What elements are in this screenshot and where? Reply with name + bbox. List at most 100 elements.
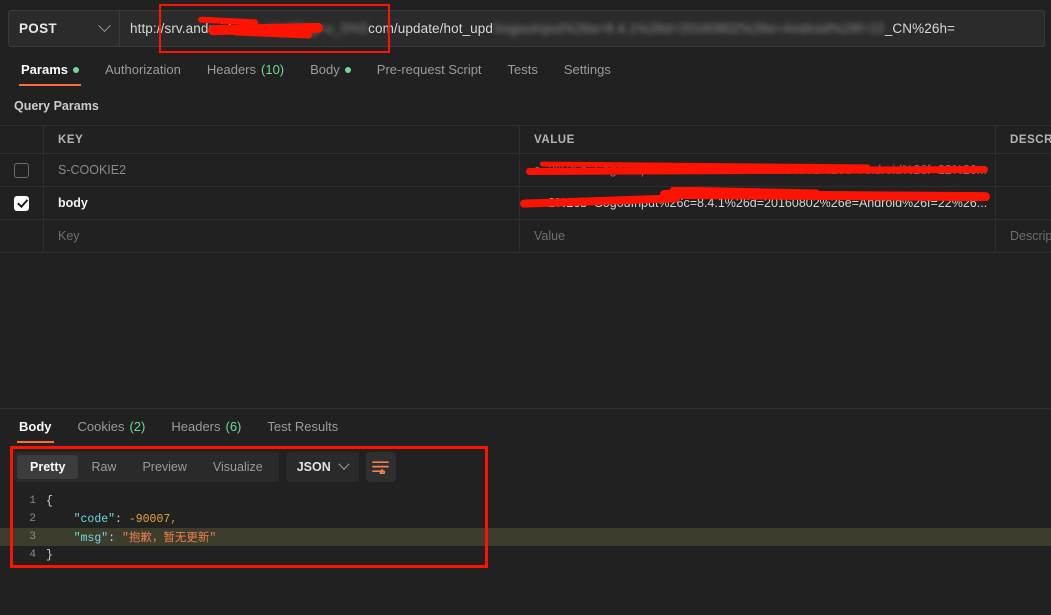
tab-tests-label: Tests: [507, 62, 538, 77]
response-mode-raw[interactable]: Raw: [78, 455, 129, 479]
response-format-label: JSON: [296, 460, 331, 474]
row-enable-checkbox[interactable]: [14, 162, 29, 178]
code-line-text: "msg": "抱歉，暂无更新": [73, 532, 217, 545]
header-description-label: DESCRI: [1010, 133, 1051, 146]
placeholder-description-text: Descrip: [1010, 229, 1051, 243]
placeholder-checkbox-cell: [0, 220, 44, 252]
url-blurred-domain: ate.php?flag=u_0%5: [242, 21, 369, 36]
row-enable-checkbox-cell[interactable]: [0, 154, 44, 186]
chevron-down-icon: [338, 458, 350, 470]
placeholder-key-text: Key: [58, 229, 80, 243]
url-path: com/update/hot_upd: [368, 21, 494, 36]
response-tab-body[interactable]: Body: [6, 415, 65, 444]
header-checkbox-cell: [0, 126, 44, 153]
modified-dot-icon: [72, 66, 79, 73]
line-number: 3: [29, 531, 36, 543]
http-method-selector[interactable]: POST: [8, 10, 120, 47]
row-value-cell[interactable]: a=2%26b=SogouInput%26c=8.4.1%26d=2016080…: [520, 187, 996, 219]
response-format-select[interactable]: JSON: [285, 452, 359, 482]
tab-settings-label: Settings: [563, 62, 611, 77]
response-tab-headers[interactable]: Headers (6): [158, 415, 254, 444]
tab-settings[interactable]: Settings: [551, 58, 624, 87]
code-line-text: }: [46, 548, 53, 562]
table-row[interactable]: body a=2%26b=SogouInput%26c=8.4.1%26d=20…: [0, 187, 1051, 220]
header-key-cell: KEY: [44, 126, 520, 153]
tab-body[interactable]: Body: [297, 58, 364, 87]
response-tab-headers-label: Headers: [171, 419, 221, 434]
table-row[interactable]: S-COOKIE2 a=2%26b=SogouInput%26c=8.4.1%2…: [0, 154, 1051, 187]
query-params-table: KEY VALUE DESCRI S-COOKIE2 a=2%26b=Sogou…: [0, 125, 1051, 253]
tab-params-label: Params: [21, 62, 68, 77]
row-key-text: S-COOKIE2: [58, 163, 127, 177]
postman-window: POST http://srv.android.sate.php?flag=u_…: [0, 0, 1051, 615]
modified-dot-icon: [344, 66, 351, 73]
response-tabs: Body Cookies (2) Headers (6) Test Result…: [0, 415, 1051, 445]
row-description-cell[interactable]: [996, 187, 1051, 219]
tab-authorization-label: Authorization: [104, 62, 181, 77]
response-tab-cookies-label: Cookies: [77, 419, 125, 434]
row-key-cell[interactable]: S-COOKIE2: [44, 154, 520, 186]
url-input[interactable]: http://srv.android.sate.php?flag=u_0%5co…: [120, 10, 1045, 47]
url-prefix: http://srv.android.s: [130, 21, 243, 36]
tab-pre-request-script[interactable]: Pre-request Script: [364, 58, 495, 87]
response-mode-pretty[interactable]: Pretty: [17, 455, 79, 479]
row-enable-checkbox-cell[interactable]: [0, 187, 44, 219]
response-tab-cookies-count: (2): [129, 419, 146, 434]
code-line: 1 {: [0, 492, 1051, 510]
response-tab-test-results[interactable]: Test Results: [254, 415, 351, 444]
code-line-text: "code": -90007,: [73, 512, 178, 526]
row-value-text: a=2%26b=SogouInput%26c=8.4.1%26d=2016080…: [534, 163, 988, 177]
header-description-cell: DESCRI: [996, 126, 1051, 153]
tab-pre-request-script-label: Pre-request Script: [376, 62, 482, 77]
url-blurred-query: SogouInput%26a=8.4.1%26d=20160802%26e=An…: [493, 21, 885, 36]
placeholder-key-cell[interactable]: Key: [44, 220, 520, 252]
http-method-label: POST: [19, 21, 57, 36]
code-line: 2 "code": -90007,: [0, 510, 1051, 528]
table-header-row: KEY VALUE DESCRI: [0, 125, 1051, 154]
wrap-text-button[interactable]: [365, 452, 396, 482]
placeholder-value-cell[interactable]: Value: [520, 220, 996, 252]
response-mode-group: Pretty Raw Preview Visualize: [14, 452, 279, 482]
code-line-highlighted: 3 "msg": "抱歉，暂无更新": [0, 528, 1051, 546]
response-tab-test-results-label: Test Results: [267, 419, 339, 434]
response-viewer-toolbar: Pretty Raw Preview Visualize JSON: [14, 452, 396, 482]
row-description-cell[interactable]: [996, 154, 1051, 186]
row-value-cell[interactable]: a=2%26b=SogouInput%26c=8.4.1%26d=2016080…: [520, 154, 996, 186]
header-value-label: VALUE: [534, 133, 575, 146]
request-url-bar: POST http://srv.android.sate.php?flag=u_…: [0, 0, 1051, 58]
tab-params[interactable]: Params: [8, 58, 92, 87]
line-number: 1: [29, 495, 36, 507]
tab-tests[interactable]: Tests: [495, 58, 551, 87]
url-text: http://srv.android.sate.php?flag=u_0%5co…: [130, 21, 955, 36]
response-tab-cookies[interactable]: Cookies (2): [65, 415, 159, 444]
table-placeholder-row[interactable]: Key Value Descrip: [0, 220, 1051, 253]
response-tab-body-label: Body: [19, 419, 52, 434]
response-body-code[interactable]: 1 { 2 "code": -90007, 3 "msg": "抱歉，暂无更新"…: [0, 492, 1051, 572]
tab-headers-count: (10): [261, 62, 285, 77]
tab-headers[interactable]: Headers (10): [194, 58, 297, 87]
code-line-text: {: [46, 494, 53, 508]
row-enable-checkbox[interactable]: [14, 195, 29, 211]
pane-divider[interactable]: [0, 408, 1051, 409]
response-tab-headers-count: (6): [225, 419, 242, 434]
request-tabs: Params Authorization Headers (10) Body P…: [0, 58, 1051, 92]
header-value-cell: VALUE: [520, 126, 996, 153]
tab-headers-label: Headers: [206, 62, 257, 77]
tab-authorization[interactable]: Authorization: [92, 58, 194, 87]
response-mode-visualize[interactable]: Visualize: [200, 455, 276, 479]
response-mode-preview[interactable]: Preview: [129, 455, 199, 479]
code-line: 4 }: [0, 546, 1051, 564]
query-params-title: Query Params: [14, 99, 99, 113]
url-suffix: _CN%26h=: [884, 21, 956, 36]
chevron-down-icon: [98, 19, 111, 33]
line-number: 2: [29, 513, 36, 525]
placeholder-description-cell[interactable]: Descrip: [996, 220, 1051, 252]
row-value-text: a=2%26b=SogouInput%26c=8.4.1%26d=2016080…: [534, 196, 988, 210]
header-key-label: KEY: [58, 133, 84, 146]
row-key-cell[interactable]: body: [44, 187, 520, 219]
placeholder-value-text: Value: [534, 229, 566, 243]
wrap-text-icon: [372, 461, 390, 474]
row-key-text: body: [58, 196, 88, 210]
line-number: 4: [29, 549, 36, 561]
tab-body-label: Body: [310, 62, 340, 77]
